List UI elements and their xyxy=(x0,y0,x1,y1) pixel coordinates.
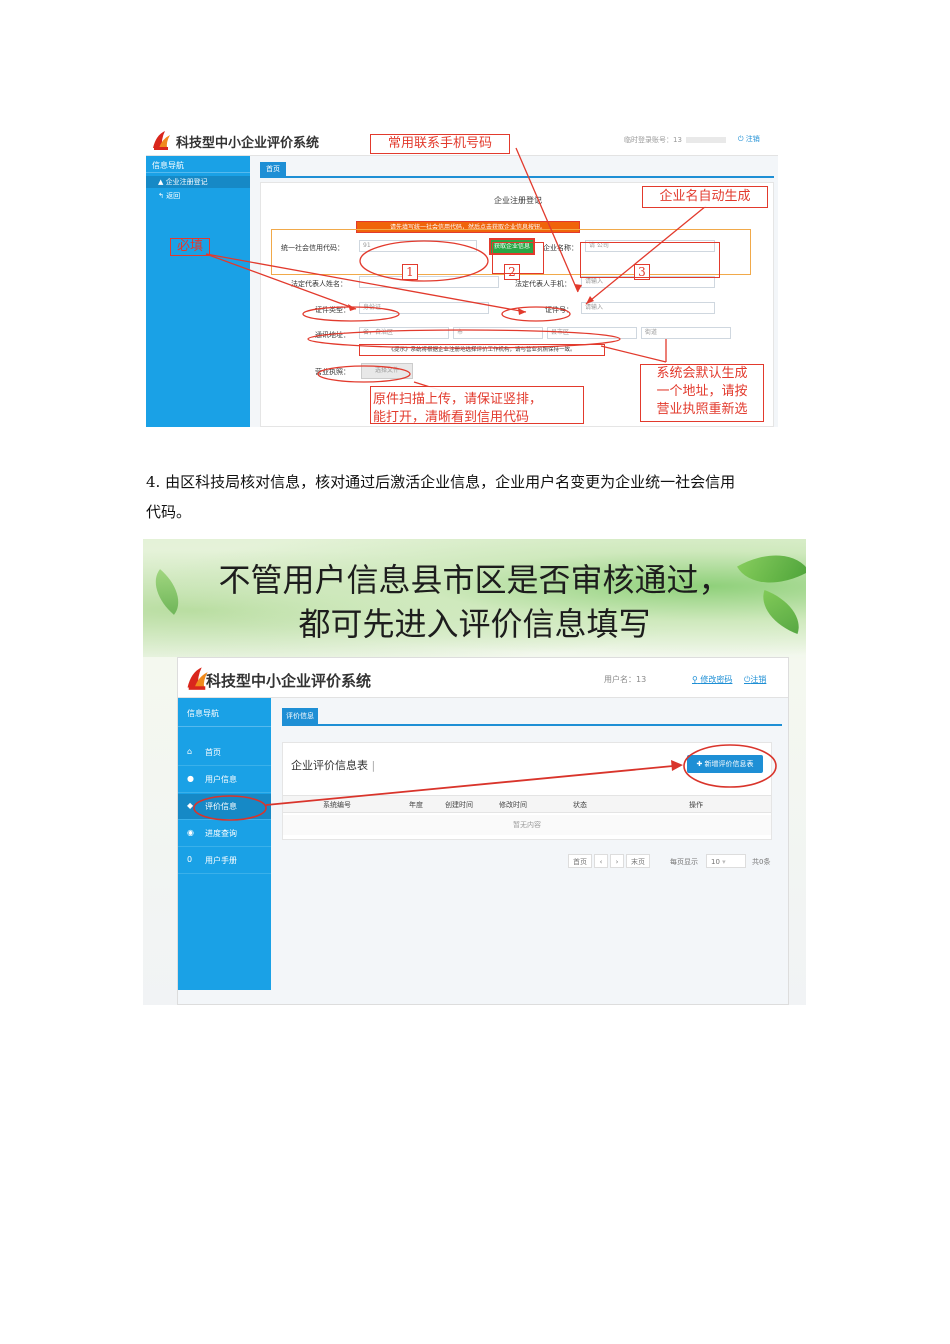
paragraph-line-1: 4. 由区科技局核对信息，核对通过后激活企业信息，企业用户名变更为企业统一社会信… xyxy=(146,473,736,491)
evaluation-app: 科技型中小企业评价系统 用户名：13 ⚲ 修改密码 ⏻注销 信息导航 ⌂ 首页 … xyxy=(177,657,789,1005)
upload-note-line1: 原件扫描上传，请保证竖排， xyxy=(373,392,543,407)
upload-note-line2: 能打开，清晰看到信用代码 xyxy=(373,410,530,425)
address-note-line2: 一个地址，请按 xyxy=(656,384,748,399)
step-paragraph: 4. 由区科技局核对信息，核对通过后激活企业信息，企业用户名变更为企业统一社会信… xyxy=(146,467,808,527)
registration-screenshot: 科技型中小企业评价系统 临时登录账号：13 ⏻ 注销 信息导航 ▲ 企业注册登记… xyxy=(146,124,778,427)
paragraph-line-2: 代码。 xyxy=(146,503,192,521)
address-note-line3: 营业执照重新选 xyxy=(656,402,748,417)
step-2-box xyxy=(492,242,544,274)
banner-line-2: 都可先进入评价信息填写 xyxy=(298,605,651,643)
address-note-line1: 系统会默认生成 xyxy=(656,366,748,381)
upload-annotation: 原件扫描上传，请保证竖排， 能打开，清晰看到信用代码 xyxy=(370,386,584,425)
step-3-box xyxy=(580,242,720,278)
step-1-label: 1 xyxy=(402,264,418,280)
evaluation-screenshot: 不管用户信息县市区是否审核通过， 都可先进入评价信息填写 科技型中小企业评价系统… xyxy=(143,539,806,1005)
required-annotation: 必填 xyxy=(170,238,210,256)
company-name-annotation: 企业名自动生成 xyxy=(642,186,768,208)
green-banner: 不管用户信息县市区是否审核通过， 都可先进入评价信息填写 xyxy=(143,539,806,657)
address-annotation: 系统会默认生成 一个地址，请按 营业执照重新选 xyxy=(640,364,764,422)
annotation-overlay xyxy=(193,744,777,821)
phone-annotation: 常用联系手机号码 xyxy=(370,134,510,154)
banner-line-1: 不管用户信息县市区是否审核通过， xyxy=(218,561,731,599)
